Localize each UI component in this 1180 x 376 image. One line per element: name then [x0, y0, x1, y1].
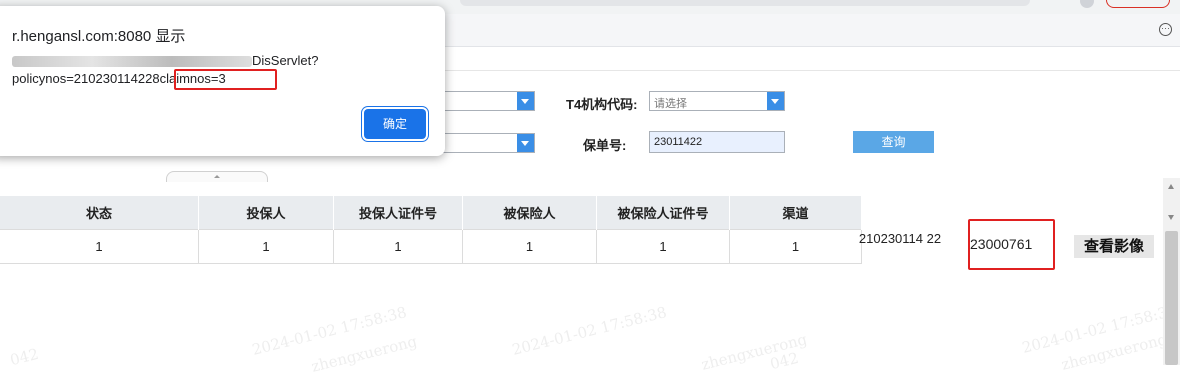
watermark-code: 042	[8, 344, 41, 370]
redacted-url	[12, 56, 252, 68]
watermark-timestamp: 2024-01-02 17:58:38	[250, 303, 409, 359]
watermark-timestamp: 2024-01-02 17:58:38	[510, 303, 669, 359]
table-header-row: 状态 投保人 投保人证件号 被保险人 被保险人证件号 渠道	[0, 196, 862, 230]
org-code-select[interactable]: 请选择	[649, 91, 785, 111]
message-line1-suffix: DisServlet?	[252, 53, 319, 68]
watermark-user: zhengxuerong	[309, 332, 419, 376]
cell-insured-id: 1	[596, 229, 730, 264]
left-select-1[interactable]	[440, 91, 535, 111]
left-select-2[interactable]	[440, 133, 535, 153]
vertical-scrollbar[interactable]	[1163, 178, 1180, 365]
claim-highlight-box	[968, 219, 1055, 270]
cell-applicant-id: 1	[333, 229, 463, 264]
more-options-icon[interactable]: ···	[1159, 23, 1172, 36]
col-channel: 渠道	[729, 196, 862, 230]
dialog-title: r.hengansl.com:8080 显示	[12, 28, 186, 45]
col-applicant-id: 投保人证件号	[333, 196, 463, 230]
col-applicant: 投保人	[198, 196, 334, 230]
scroll-down-icon[interactable]	[1168, 215, 1174, 220]
chevron-down-icon	[517, 92, 534, 110]
watermark-timestamp: 2024-01-02 17:58:38	[1020, 301, 1179, 357]
watermark-code: 042	[768, 348, 801, 374]
cell-status: 1	[0, 229, 199, 264]
org-code-placeholder: 请选择	[654, 98, 687, 110]
col-status: 状态	[0, 196, 199, 230]
chevron-down-icon	[767, 92, 784, 110]
query-button[interactable]: 查询	[853, 131, 934, 153]
update-button[interactable]	[1106, 0, 1170, 8]
scroll-thumb[interactable]	[1165, 231, 1178, 365]
table-row: 1 1 1 1 1 1	[0, 229, 862, 264]
col-insured: 被保险人	[462, 196, 597, 230]
message-highlight-box	[174, 69, 277, 90]
dialog-message-line1: DisServlet?	[12, 52, 342, 70]
results-table: 状态 投保人 投保人证件号 被保险人 被保险人证件号 渠道 1 1 1 1 1 …	[0, 196, 862, 264]
org-code-label: T4机构代码:	[566, 97, 638, 112]
chevron-down-icon	[517, 134, 534, 152]
scroll-up-icon[interactable]	[1168, 184, 1174, 189]
cell-policy-no: 210230114 22	[858, 231, 942, 246]
view-images-button[interactable]: 查看影像	[1074, 235, 1154, 258]
collapse-toggle[interactable]	[166, 171, 268, 182]
policy-no-value: 23011422	[654, 136, 703, 148]
alert-dialog: r.hengansl.com:8080 显示 DisServlet? polic…	[0, 6, 445, 156]
ok-button[interactable]: 确定	[364, 109, 426, 139]
cell-insured: 1	[462, 229, 597, 264]
cell-channel: 1	[729, 229, 862, 264]
profile-icon[interactable]	[1080, 0, 1094, 8]
col-insured-id: 被保险人证件号	[596, 196, 730, 230]
policy-no-label: 保单号:	[583, 138, 627, 153]
cell-applicant: 1	[198, 229, 334, 264]
message-line2-prefix: policynos=210230114228	[12, 71, 160, 86]
policy-no-input[interactable]: 23011422	[649, 131, 785, 153]
watermark-user: zhengxuerong	[699, 330, 809, 374]
address-bar[interactable]	[460, 0, 1030, 6]
watermark-user: zhengxuerong	[1059, 330, 1169, 374]
